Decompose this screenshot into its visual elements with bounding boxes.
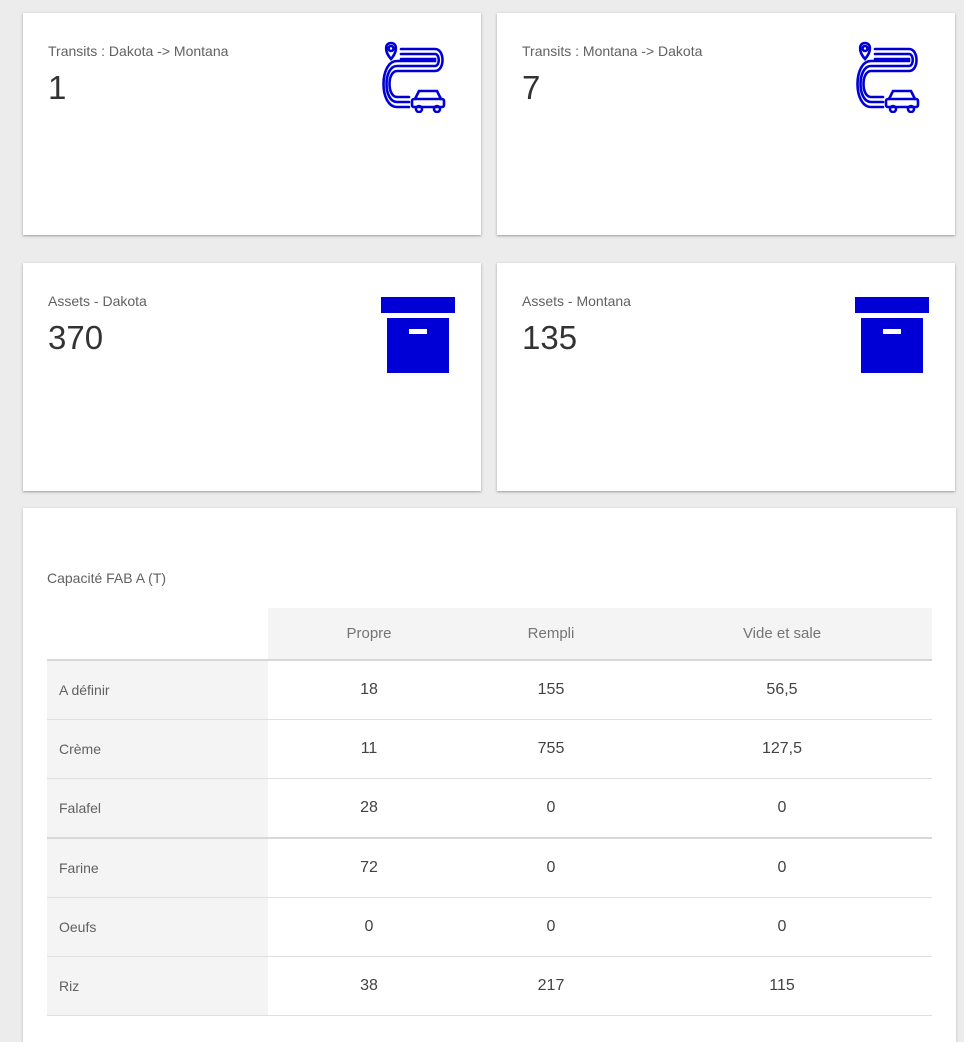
card-value: 135 [522,319,578,356]
card-value: 1 [48,69,67,106]
card-label: Transits : Montana -> Dakota [522,43,703,59]
table-cell: 38 [268,956,470,1016]
transit-card-montana-dakota[interactable]: Transits : Montana -> Dakota 7 [497,13,955,235]
capacity-table: Propre Rempli Vide et sale A définir 18 … [47,608,932,1016]
table-cell: 0 [632,778,932,839]
card-label: Transits : Dakota -> Montana [48,43,229,59]
table-cell: 72 [268,838,470,898]
table-header-row: Propre Rempli Vide et sale [47,608,932,661]
table-cell: 28 [268,778,470,839]
row-label: Riz [47,956,268,1016]
card-value: 7 [522,69,541,106]
row-label: Farine [47,838,268,898]
table-row: Crème 11 755 127,5 [47,719,932,779]
capacity-card: Capacité FAB A (T) Propre Rempli Vide et… [23,508,956,1042]
table-title: Capacité FAB A (T) [47,570,167,586]
table-cell: 0 [632,838,932,898]
column-header-propre: Propre [268,608,470,661]
row-label: Oeufs [47,897,268,957]
table-cell: 0 [470,897,632,957]
assets-card-montana[interactable]: Assets - Montana 135 [497,263,955,491]
table-cell: 0 [632,897,932,957]
table-cell: 127,5 [632,719,932,779]
table-cell: 217 [470,956,632,1016]
table-cell: 115 [632,956,932,1016]
table-cell: 0 [470,778,632,839]
column-header-vide-et-sale: Vide et sale [632,608,932,661]
dashboard: Transits : Dakota -> Montana 1 Transits … [0,0,964,1042]
table-row: Oeufs 0 0 0 [47,897,932,957]
table-cell: 0 [268,897,470,957]
archive-box-icon [381,297,455,373]
row-label: A définir [47,660,268,720]
table-cell: 11 [268,719,470,779]
table-cell: 56,5 [632,660,932,720]
column-header-rempli: Rempli [470,608,632,661]
row-label: Crème [47,719,268,779]
card-label: Assets - Montana [522,293,631,309]
card-value: 370 [48,319,104,356]
route-car-icon [856,41,920,113]
table-row: Farine 72 0 0 [47,838,932,898]
table-cell: 155 [470,660,632,720]
row-label: Falafel [47,778,268,839]
transit-card-dakota-montana[interactable]: Transits : Dakota -> Montana 1 [23,13,481,235]
assets-card-dakota[interactable]: Assets - Dakota 370 [23,263,481,491]
table-row: A définir 18 155 56,5 [47,660,932,720]
table-cell: 0 [470,838,632,898]
table-cell: 18 [268,660,470,720]
route-car-icon [382,41,446,113]
archive-box-icon [855,297,929,373]
table-row: Riz 38 217 115 [47,956,932,1016]
card-label: Assets - Dakota [48,293,147,309]
header-corner [47,608,268,661]
table-row: Falafel 28 0 0 [47,778,932,839]
table-cell: 755 [470,719,632,779]
